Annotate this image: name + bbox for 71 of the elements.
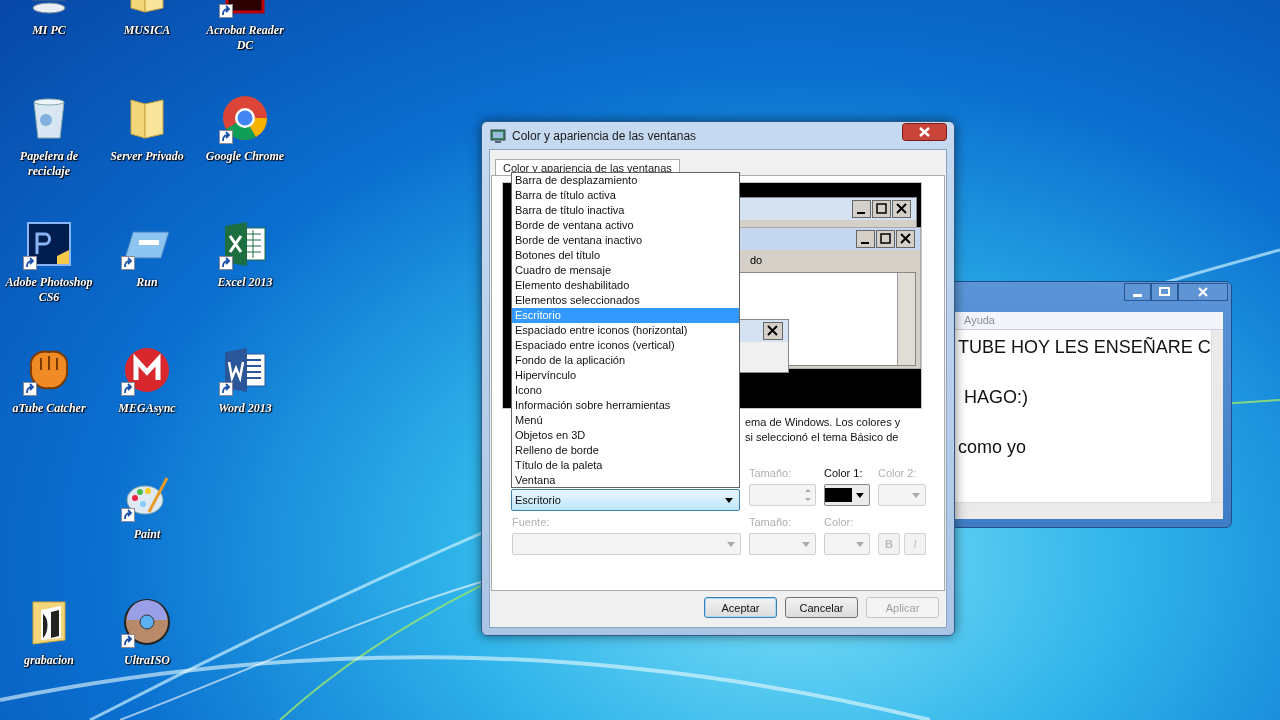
window-controls-icon [856,230,916,248]
field-label: Color 1: [824,467,864,480]
field-label: Tamaño: [749,516,793,529]
dialog-button[interactable]: Aceptar [704,597,777,618]
desktop-icon-label[interactable]: Run [99,275,195,290]
desktop-icon-label[interactable]: Adobe Photoshop CS6 [1,275,97,305]
dropdown-option[interactable]: Objetos en 3D [512,428,739,443]
text-line: como yo [958,436,1028,458]
color-picker[interactable] [824,484,870,506]
text-line: HAGO:) [963,386,1029,408]
display-icon [490,127,506,144]
disc-icon[interactable] [123,598,171,646]
desktop-icon-label[interactable]: MI PC [1,23,97,38]
desktop-icon-label[interactable]: Server Privado [99,149,195,164]
dropdown-option[interactable]: Espaciado entre iconos (vertical) [512,338,739,353]
text-line: TUBE HOY LES ENSEÑARE C [958,336,1211,358]
maximize-icon[interactable] [1151,283,1178,301]
caret-icon [856,492,864,498]
dropdown-option[interactable]: Elementos seleccionados [512,293,739,308]
field-label: Color 2: [878,467,918,480]
dropdown-option[interactable]: Borde de ventana activo [512,218,739,233]
dropdown-option[interactable]: Título de la paleta [512,458,739,473]
dropdown-option[interactable]: Cuadro de mensaje [512,263,739,278]
dropdown-option[interactable]: Elemento deshabilitado [512,278,739,293]
dropdown-option[interactable]: Icono [512,383,739,398]
caret-icon [727,541,735,547]
field-label: Tamaño: [749,467,793,480]
dropdown-option[interactable]: Barra de título inactiva [512,203,739,218]
dropdown-option[interactable]: Botones del título [512,248,739,263]
desktop-icon-label[interactable]: Acrobat Reader DC [197,23,293,53]
desktop-icon-label[interactable]: Paint [99,527,195,542]
desktop-icon-label[interactable]: MUSICA [99,23,195,38]
description-text: ema de Windows. Los colores y [745,415,902,430]
field-label: Fuente: [512,516,551,529]
desktop-icon-label[interactable]: grabacion [1,653,97,668]
element-dropdown[interactable]: Escritorio [511,489,740,511]
mega-logo-icon[interactable] [123,346,171,394]
dropdown-option[interactable]: Barra de desplazamiento [512,173,739,188]
dropdown-option[interactable]: Fondo de la aplicación [512,353,739,368]
desktop-icon-label[interactable]: Excel 2013 [197,275,293,290]
desktop-icon-label[interactable]: aTube Catcher [1,401,97,416]
caret-icon [912,492,920,498]
dropdown-option[interactable]: Barra de título activa [512,188,739,203]
description-text: si seleccionó el tema Básico de [745,430,900,445]
close-icon [763,322,783,340]
desktop-icon-label[interactable]: MEGAsync [99,401,195,416]
dropdown-option[interactable]: Borde de ventana inactivo [512,233,739,248]
menu-text: do [750,254,763,266]
dropdown-option[interactable]: Ventana [512,473,739,488]
photoshop-logo-icon[interactable] [25,220,73,268]
caret-icon [725,497,733,503]
desktop-icon-label[interactable]: Word 2013 [197,401,293,416]
desktop-icon-label[interactable]: Google Chrome [197,149,293,164]
dialog-button[interactable]: Cancelar [785,597,858,618]
scrollbar[interactable] [1210,330,1223,502]
desktop-icon-label[interactable]: Papelera de reciclaje [1,149,97,179]
close-icon[interactable] [1178,283,1228,301]
caret-icon [856,541,864,547]
dropdown-option[interactable]: Menú [512,413,739,428]
desktop-icon-label[interactable]: UltraISO [99,653,195,668]
field-label: Color: [824,516,855,529]
dropdown-option[interactable]: Espaciado entre iconos (horizontal) [512,323,739,338]
chrome-logo-icon[interactable] [221,94,269,142]
close-icon[interactable] [902,123,947,141]
window-controls-icon [852,200,912,218]
dropdown-option[interactable]: Hipervínculo [512,368,739,383]
dropdown-option[interactable]: Información sobre herramientas [512,398,739,413]
window-title: Color y apariencia de las ventanas [512,128,697,143]
minimize-icon[interactable] [1124,283,1151,301]
caret-icon [802,541,810,547]
dropdown-option[interactable]: Relleno de borde [512,443,739,458]
